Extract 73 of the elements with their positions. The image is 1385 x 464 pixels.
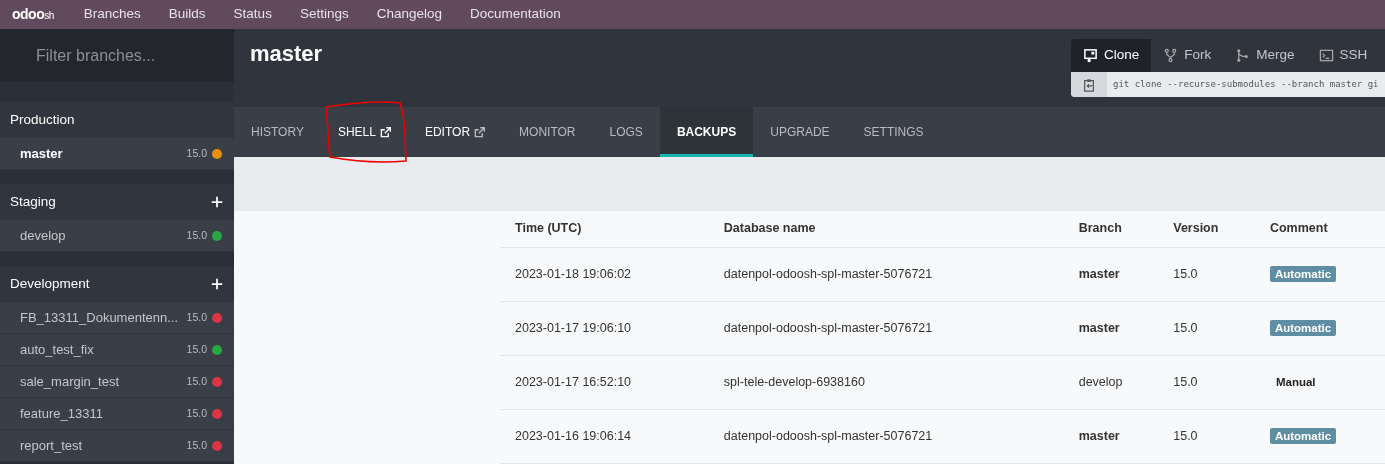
version-label: 15.0 bbox=[186, 373, 207, 389]
table-cell: 15.0 bbox=[1158, 355, 1255, 409]
branch-item[interactable]: feature_13311 15.0 bbox=[0, 398, 234, 430]
tab[interactable]: BACKUPS bbox=[659, 107, 754, 157]
comment-text: Manual bbox=[1274, 375, 1316, 388]
table-cell: 15.0 bbox=[1158, 409, 1255, 463]
git-tab[interactable]: Fork bbox=[1151, 39, 1224, 72]
section-title: Development bbox=[10, 274, 90, 293]
tab[interactable]: HISTORY bbox=[234, 107, 321, 157]
branch-item[interactable]: master 15.0 bbox=[0, 138, 234, 170]
tab[interactable]: LOGS bbox=[592, 107, 660, 157]
version-label: 15.0 bbox=[186, 341, 207, 357]
nav-link[interactable]: Builds bbox=[168, 4, 206, 25]
branch-item[interactable]: report_test 15.0 bbox=[0, 430, 234, 462]
table-cell: master bbox=[1063, 409, 1159, 463]
version-label: 15.0 bbox=[186, 405, 207, 421]
comment-tag: Automatic bbox=[1269, 319, 1337, 336]
version-label: 15.0 bbox=[186, 145, 207, 161]
table-cell: datenpol-odoosh-spl-master-5076721 bbox=[708, 247, 1064, 301]
version-label: 15.0 bbox=[186, 309, 207, 325]
tab[interactable]: EDITOR bbox=[407, 107, 503, 157]
command-field[interactable]: git clone --recurse-submodules --branch master gi bbox=[1071, 72, 1385, 97]
comment-tag: Automatic bbox=[1269, 265, 1337, 282]
table-cell: master bbox=[1063, 247, 1159, 301]
table-cell: develop bbox=[1063, 355, 1159, 409]
terminal-icon bbox=[1318, 48, 1334, 63]
table-cell: 2023-01-18 19:06:02 bbox=[500, 247, 709, 301]
tab[interactable]: MONITOR bbox=[502, 107, 593, 157]
nav-link[interactable]: Status bbox=[233, 4, 272, 25]
branch-item[interactable]: develop 15.0 bbox=[0, 220, 234, 252]
table-cell: 15.0 bbox=[1158, 247, 1255, 301]
nav-link[interactable]: Branches bbox=[83, 4, 141, 25]
table-cell: master bbox=[1063, 301, 1159, 355]
git-tab[interactable]: Merge bbox=[1223, 39, 1307, 72]
nav-link[interactable]: Changelog bbox=[376, 4, 442, 25]
column-header: Time (UTC) bbox=[500, 211, 709, 247]
nav-link[interactable]: Settings bbox=[299, 4, 349, 25]
branch-item[interactable]: FB_13311_Dokumentenn... 15.0 bbox=[0, 302, 234, 334]
branch-item[interactable]: auto_test_fix 15.0 bbox=[0, 334, 234, 366]
branch-item[interactable]: sale_margin_test 15.0 bbox=[0, 366, 234, 398]
external-link-icon bbox=[474, 126, 486, 138]
tab[interactable]: SETTINGS bbox=[846, 107, 941, 157]
table-cell: 15.0 bbox=[1158, 301, 1255, 355]
column-header: Comment bbox=[1254, 211, 1385, 247]
table-cell: spl-tele-develop-6938160 bbox=[708, 355, 1064, 409]
git-tab[interactable]: SSH bbox=[1306, 39, 1380, 72]
git-tab[interactable]: Clone bbox=[1071, 39, 1152, 72]
nav-link[interactable]: Documentation bbox=[470, 4, 561, 25]
column-header: Version bbox=[1158, 211, 1255, 247]
external-link-icon bbox=[379, 126, 391, 138]
branch-title: master bbox=[250, 41, 323, 68]
column-header: Branch bbox=[1063, 211, 1159, 247]
merge-icon bbox=[1235, 48, 1251, 63]
section-title: Production bbox=[10, 110, 75, 129]
tab[interactable]: SHELL bbox=[320, 107, 408, 157]
table-cell: 2023-01-17 16:52:10 bbox=[500, 355, 709, 409]
version-label: 15.0 bbox=[186, 227, 207, 243]
add-icon[interactable] bbox=[210, 277, 224, 291]
filter-field[interactable]: Filter branches... bbox=[0, 29, 234, 82]
table-cell: datenpol-odoosh-spl-master-5076721 bbox=[708, 301, 1064, 355]
tab[interactable]: UPGRADE bbox=[753, 107, 847, 157]
table-cell: 2023-01-17 19:06:10 bbox=[500, 301, 709, 355]
version-label: 15.0 bbox=[186, 437, 207, 453]
table-cell: datenpol-odoosh-spl-master-5076721 bbox=[708, 409, 1064, 463]
monitor-icon bbox=[1083, 48, 1098, 63]
fork-icon bbox=[1163, 48, 1179, 63]
section-title: Staging bbox=[10, 192, 56, 211]
column-header: Database name bbox=[708, 211, 1064, 247]
add-icon[interactable] bbox=[210, 195, 224, 209]
clipboard-icon[interactable] bbox=[1082, 77, 1096, 92]
comment-tag: Automatic bbox=[1269, 427, 1337, 444]
logo[interactable]: odoosh bbox=[12, 4, 54, 25]
table-cell: 2023-01-16 19:06:14 bbox=[500, 409, 709, 463]
